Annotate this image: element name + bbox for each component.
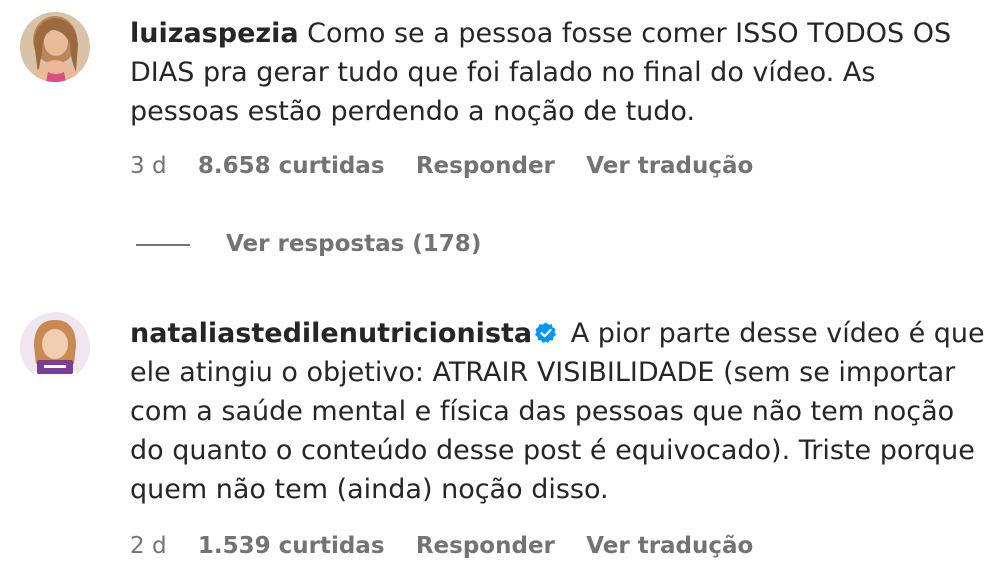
reply-button[interactable]: Responder <box>416 153 555 179</box>
comment-body: nataliastedilenutricionista A pior parte… <box>130 314 990 509</box>
comment-time[interactable]: 2 d <box>130 533 167 559</box>
comment-meta: 3 d 8.658 curtidas Responder Ver traduçã… <box>130 151 777 181</box>
comment-body: luizaspezia Como se a pessoa fosse comer… <box>130 14 990 131</box>
comment-item: luizaspezia Como se a pessoa fosse comer… <box>0 0 1000 290</box>
avatar[interactable] <box>20 312 90 382</box>
translate-button[interactable]: Ver tradução <box>586 153 753 179</box>
comment-time[interactable]: 3 d <box>130 153 167 179</box>
translate-button[interactable]: Ver tradução <box>586 533 753 559</box>
comment-item: nataliastedilenutricionista A pior parte… <box>0 300 1000 578</box>
reply-button[interactable]: Responder <box>416 533 555 559</box>
comment-username[interactable]: nataliastedilenutricionista <box>130 318 532 349</box>
comment-likes[interactable]: 8.658 curtidas <box>198 153 385 179</box>
avatar[interactable] <box>20 12 90 82</box>
comment-likes[interactable]: 1.539 curtidas <box>198 533 385 559</box>
avatar-image <box>20 12 90 82</box>
verified-badge-icon <box>535 322 557 343</box>
avatar-image <box>20 312 90 382</box>
comment-meta: 2 d 1.539 curtidas Responder Ver traduçã… <box>130 531 777 561</box>
view-replies-label: Ver respostas (178) <box>226 231 482 257</box>
replies-divider-line <box>136 243 190 246</box>
comment-username[interactable]: luizaspezia <box>130 18 299 49</box>
view-replies-button[interactable]: Ver respostas (178) <box>136 229 481 259</box>
